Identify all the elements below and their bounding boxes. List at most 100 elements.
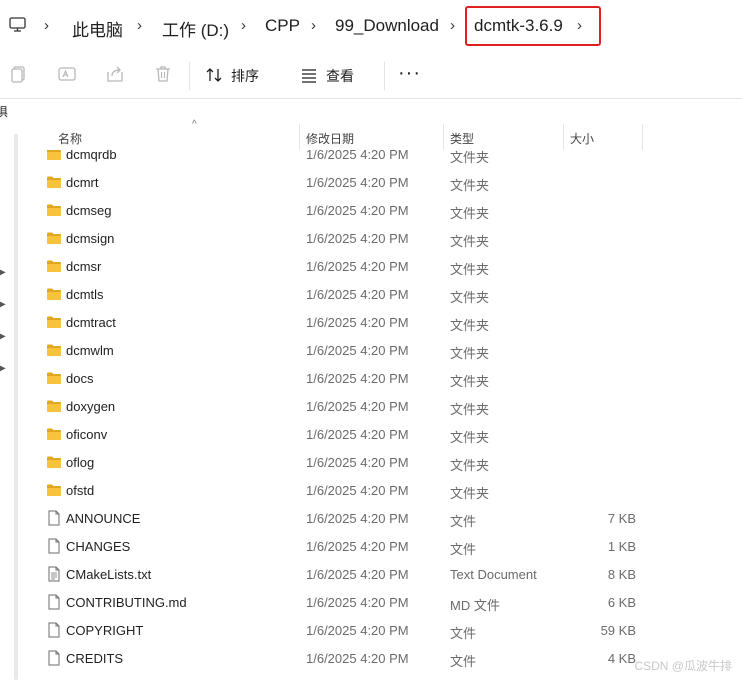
file-row[interactable]: dcmwlm 1/6/2025 4:20 PM 文件夹 — [22, 336, 742, 364]
file-name: CONTRIBUTING.md — [66, 595, 187, 610]
folder-icon — [46, 150, 62, 162]
chevron-right-icon[interactable]: › — [450, 17, 455, 34]
column-header-name[interactable]: 名称 — [58, 130, 82, 147]
file-name: dcmqrdb — [66, 150, 117, 162]
file-name: dcmtract — [66, 315, 116, 330]
expand-arrow-icon[interactable]: ▶ — [0, 363, 6, 374]
watermark: CSDN @瓜波牛排 — [634, 659, 732, 673]
file-row[interactable]: dcmsign 1/6/2025 4:20 PM 文件夹 — [22, 224, 742, 252]
file-date: 1/6/2025 4:20 PM — [306, 231, 409, 246]
file-row[interactable]: dcmsr 1/6/2025 4:20 PM 文件夹 — [22, 252, 742, 280]
share-icon[interactable] — [105, 64, 125, 84]
file-type: 文件夹 — [450, 290, 490, 305]
file-type: 文件夹 — [450, 262, 490, 277]
rename-icon[interactable] — [57, 64, 77, 84]
delete-icon[interactable] — [153, 64, 173, 84]
column-header-type[interactable]: 类型 — [450, 130, 474, 147]
sort-label: 排序 — [231, 68, 259, 84]
file-icon — [46, 538, 62, 554]
breadcrumb-item-download[interactable]: 99_Download — [335, 16, 439, 36]
folder-icon — [46, 454, 62, 470]
file-name: dcmsr — [66, 259, 102, 274]
file-row[interactable]: dcmtract 1/6/2025 4:20 PM 文件夹 — [22, 308, 742, 336]
file-name: doxygen — [66, 399, 116, 414]
folder-icon — [46, 398, 62, 414]
file-size: 7 KB — [607, 511, 636, 526]
folder-icon — [46, 258, 62, 274]
toolbar-divider — [189, 62, 190, 90]
chevron-right-icon[interactable]: › — [137, 17, 142, 34]
file-row[interactable]: oflog 1/6/2025 4:20 PM 文件夹 — [22, 448, 742, 476]
file-icon — [46, 594, 62, 610]
computer-icon[interactable] — [9, 17, 26, 38]
file-type: 文件 — [450, 626, 477, 641]
folder-icon — [46, 482, 62, 498]
column-divider[interactable] — [563, 124, 564, 150]
sort-icon — [205, 66, 223, 87]
file-name: CMakeLists.txt — [66, 567, 152, 582]
sort-button[interactable]: 排序 — [205, 64, 259, 88]
file-date: 1/6/2025 4:20 PM — [306, 315, 409, 330]
file-row[interactable]: dcmtls 1/6/2025 4:20 PM 文件夹 — [22, 280, 742, 308]
file-name: COPYRIGHT — [66, 623, 144, 638]
breadcrumb-item-cpp[interactable]: CPP — [265, 16, 300, 36]
file-row[interactable]: docs 1/6/2025 4:20 PM 文件夹 — [22, 364, 742, 392]
file-date: 1/6/2025 4:20 PM — [306, 427, 409, 442]
folder-icon — [46, 314, 62, 330]
file-type: 文件夹 — [450, 318, 490, 333]
file-row[interactable]: dcmseg 1/6/2025 4:20 PM 文件夹 — [22, 196, 742, 224]
file-row[interactable]: oficonv 1/6/2025 4:20 PM 文件夹 — [22, 420, 742, 448]
file-type: MD 文件 — [450, 598, 500, 613]
file-type: 文件 — [450, 654, 477, 669]
file-date: 1/6/2025 4:20 PM — [306, 511, 409, 526]
file-date: 1/6/2025 4:20 PM — [306, 651, 409, 666]
file-list: dcmqrdb 1/6/2025 4:20 PM 文件夹 dcmrt 1/6/2025 … — [22, 150, 742, 680]
file-row[interactable]: COPYRIGHT 1/6/2025 4:20 PM 文件 59 KB — [22, 616, 742, 644]
file-type: 文件夹 — [450, 150, 490, 165]
chevron-right-icon[interactable]: › — [44, 17, 49, 34]
file-name: ofstd — [66, 483, 95, 498]
file-row[interactable]: CONTRIBUTING.md 1/6/2025 4:20 PM MD 文件 6 KB — [22, 588, 742, 616]
file-icon — [46, 510, 62, 526]
expand-arrow-icon[interactable]: ▶ — [0, 299, 6, 310]
chevron-right-icon[interactable]: › — [311, 17, 316, 34]
file-date: 1/6/2025 4:20 PM — [306, 175, 409, 190]
view-icon — [300, 66, 318, 87]
column-divider[interactable] — [642, 124, 643, 150]
column-header-size[interactable]: 大小 — [570, 130, 594, 147]
file-name: docs — [66, 371, 94, 386]
file-row[interactable]: dcmrt 1/6/2025 4:20 PM 文件夹 — [22, 168, 742, 196]
breadcrumb-item-this-pc[interactable]: 此电脑 — [72, 16, 123, 41]
column-divider[interactable] — [443, 124, 444, 150]
view-button[interactable]: 查看 — [300, 64, 354, 88]
more-options-button[interactable]: ··· — [398, 62, 421, 85]
expand-arrow-icon[interactable]: ▶ — [0, 331, 6, 342]
file-date: 1/6/2025 4:20 PM — [306, 259, 409, 274]
file-row[interactable]: ofstd 1/6/2025 4:20 PM 文件夹 — [22, 476, 742, 504]
file-row[interactable]: CHANGES 1/6/2025 4:20 PM 文件 1 KB — [22, 532, 742, 560]
copy-icon[interactable] — [9, 64, 29, 84]
nav-scrollbar[interactable] — [14, 134, 18, 680]
file-size: 4 KB — [607, 651, 636, 666]
file-name: dcmtls — [66, 287, 104, 302]
file-type: 文件夹 — [450, 374, 490, 389]
file-name: dcmseg — [66, 203, 112, 218]
file-date: 1/6/2025 4:20 PM — [306, 623, 409, 638]
file-type: 文件 — [450, 542, 477, 557]
expand-arrow-icon[interactable]: ▶ — [0, 267, 6, 278]
file-name: ANNOUNCE — [66, 511, 141, 526]
file-row[interactable]: CMakeLists.txt 1/6/2025 4:20 PM Text Docum… — [22, 560, 742, 588]
column-divider[interactable] — [299, 124, 300, 150]
file-date: 1/6/2025 4:20 PM — [306, 287, 409, 302]
file-type: 文件夹 — [450, 402, 490, 417]
file-row[interactable]: dcmqrdb 1/6/2025 4:20 PM 文件夹 — [22, 150, 742, 168]
breadcrumb-item-drive[interactable]: 工作 (D:) — [162, 16, 229, 41]
folder-icon — [46, 202, 62, 218]
file-row[interactable]: ANNOUNCE 1/6/2025 4:20 PM 文件 7 KB — [22, 504, 742, 532]
file-row[interactable]: doxygen 1/6/2025 4:20 PM 文件夹 — [22, 392, 742, 420]
toolbar: 排序 查看 ··· — [0, 54, 742, 99]
folder-icon — [46, 426, 62, 442]
column-header-date[interactable]: 修改日期 — [306, 130, 354, 147]
folder-icon — [46, 286, 62, 302]
chevron-right-icon[interactable]: › — [241, 17, 246, 34]
